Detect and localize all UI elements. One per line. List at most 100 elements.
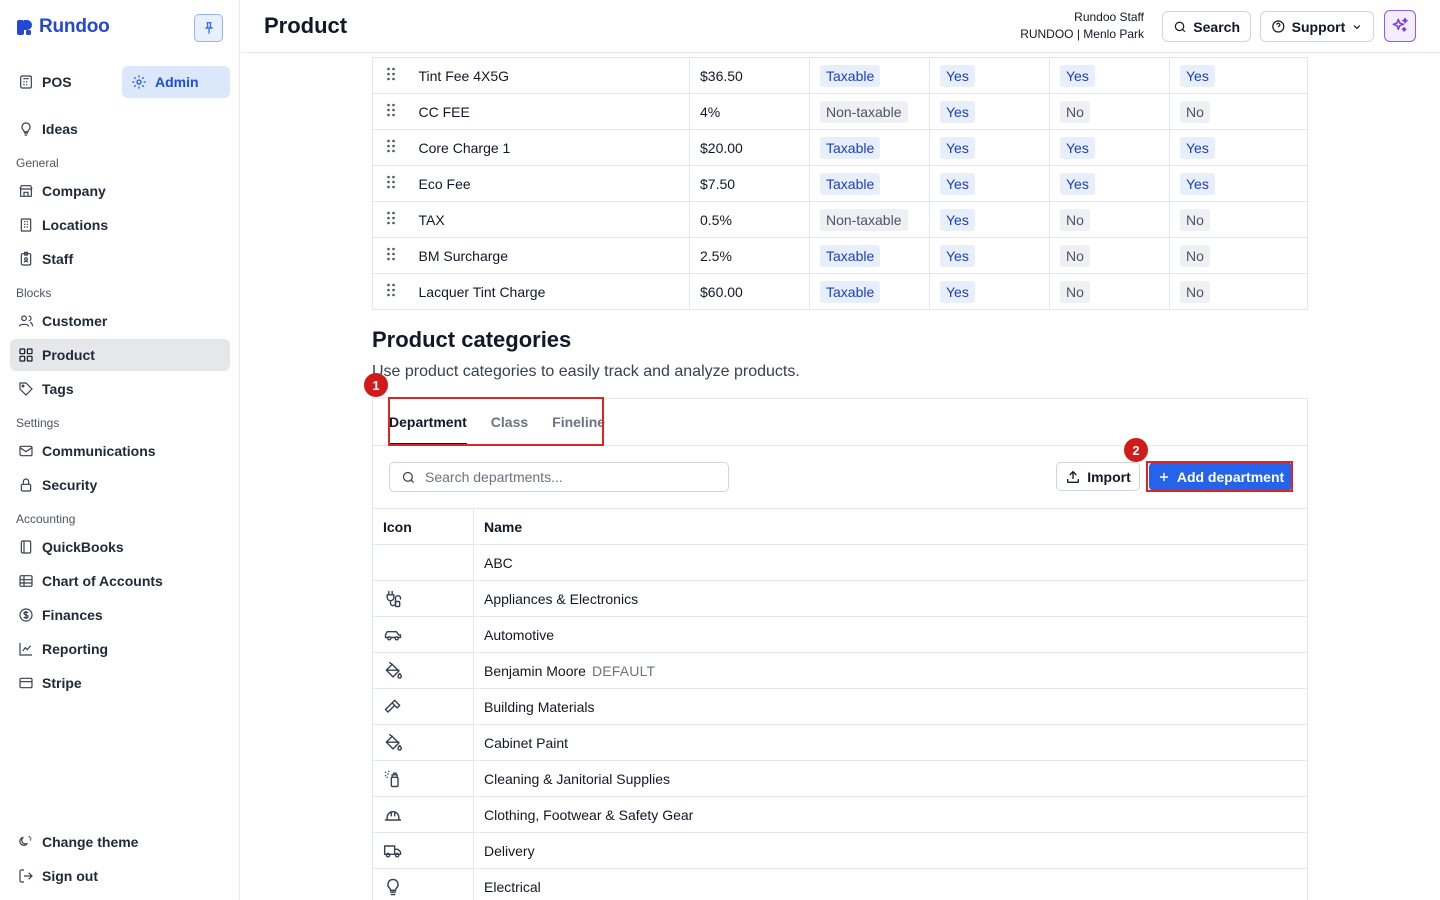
- department-row[interactable]: Cleaning & Janitorial Supplies: [372, 760, 1308, 797]
- department-row[interactable]: Delivery: [372, 832, 1308, 869]
- pin-icon: [204, 22, 213, 34]
- drag-handle-icon[interactable]: [386, 139, 396, 153]
- charge-flag-b: Yes: [1049, 165, 1170, 202]
- department-search-box[interactable]: [389, 462, 729, 492]
- sign-out-button[interactable]: Sign out: [10, 860, 230, 892]
- charge-flag-b: No: [1049, 273, 1170, 310]
- car-icon: [384, 630, 402, 641]
- department-name: Electrical: [484, 878, 541, 895]
- badge-icon: [20, 251, 32, 266]
- department-row[interactable]: Cabinet Paint: [372, 724, 1308, 761]
- sidebar-item-product[interactable]: Product: [10, 339, 230, 371]
- import-button[interactable]: Import: [1056, 462, 1140, 491]
- charge-amount: $36.50: [689, 57, 810, 94]
- tag-icon: [19, 382, 33, 396]
- charge-row[interactable]: Core Charge 1 $20.00 Taxable Yes Yes Yes: [372, 129, 1308, 166]
- sidebar-item-locations[interactable]: Locations: [10, 209, 230, 241]
- default-badge: DEFAULT: [591, 662, 656, 679]
- mode-admin-label: Admin: [155, 74, 199, 90]
- gear-icon: [132, 75, 146, 89]
- change-theme-button[interactable]: Change theme: [10, 826, 230, 858]
- annotation-badge-1: 1: [364, 373, 388, 397]
- department-icon-cell: [372, 868, 474, 900]
- brand-name: Rundoo: [39, 16, 110, 37]
- drag-handle-icon[interactable]: [386, 103, 396, 117]
- charge-amount: 0.5%: [689, 201, 810, 238]
- value-pill: No: [1060, 280, 1090, 303]
- sidebar-item-tags[interactable]: Tags: [10, 373, 230, 405]
- charge-row[interactable]: TAX 0.5% Non-taxable Yes No No: [372, 201, 1308, 238]
- sidebar-nav: Ideas General Company Locations Staff Bl…: [10, 113, 230, 701]
- sidebar-item-label: QuickBooks: [42, 539, 124, 555]
- user-store: RUNDOO | Menlo Park: [1020, 27, 1144, 41]
- brand-logo[interactable]: Rundoo: [16, 16, 110, 38]
- value-pill: Yes: [1180, 136, 1215, 159]
- drag-cell: [372, 57, 410, 94]
- sidebar-item-communications[interactable]: Communications: [10, 435, 230, 467]
- drag-handle-icon[interactable]: [386, 247, 396, 261]
- sidebar-item-security[interactable]: Security: [10, 469, 230, 501]
- department-row[interactable]: ABC: [372, 544, 1308, 581]
- sidebar-item-ideas[interactable]: Ideas: [10, 113, 230, 145]
- ai-assistant-button[interactable]: [1384, 10, 1416, 42]
- value-pill: No: [1180, 100, 1210, 123]
- department-icon-cell: [372, 616, 474, 653]
- drag-handle-icon[interactable]: [386, 211, 396, 225]
- credit-card-icon: [19, 677, 33, 689]
- sidebar-item-label: Communications: [42, 443, 156, 459]
- department-search-input[interactable]: [425, 469, 705, 485]
- charge-row[interactable]: Eco Fee $7.50 Taxable Yes Yes Yes: [372, 165, 1308, 202]
- column-header-name[interactable]: Name: [473, 508, 1308, 545]
- charge-flag-b: No: [1049, 201, 1170, 238]
- charge-row[interactable]: Lacquer Tint Charge $60.00 Taxable Yes No No: [372, 273, 1308, 310]
- charge-flag-b: Yes: [1049, 129, 1170, 166]
- mode-admin[interactable]: Admin: [122, 66, 230, 98]
- user-info[interactable]: Rundoo Staff RUNDOO | Menlo Park: [1020, 9, 1144, 43]
- charge-flag-c: No: [1169, 93, 1308, 130]
- sidebar-item-finances[interactable]: Finances: [10, 599, 230, 631]
- drag-handle-icon[interactable]: [386, 283, 396, 297]
- user-name: Rundoo Staff: [1074, 10, 1144, 24]
- sidebar-item-reporting[interactable]: Reporting: [10, 633, 230, 665]
- support-button[interactable]: Support: [1260, 11, 1374, 42]
- charge-flag-a: Yes: [929, 237, 1050, 274]
- column-header-icon: Icon: [372, 508, 474, 545]
- charge-row[interactable]: BM Surcharge 2.5% Taxable Yes No No: [372, 237, 1308, 274]
- department-row[interactable]: Automotive: [372, 616, 1308, 653]
- charge-amount: $60.00: [689, 273, 810, 310]
- department-row[interactable]: Clothing, Footwear & Safety Gear: [372, 796, 1308, 833]
- sidebar-item-label: Staff: [42, 251, 74, 267]
- hard-hat-icon: [384, 810, 402, 821]
- mode-pos[interactable]: POS: [10, 66, 118, 98]
- sidebar-item-staff[interactable]: Staff: [10, 243, 230, 275]
- value-pill: Yes: [1060, 64, 1095, 87]
- value-pill: No: [1180, 280, 1210, 303]
- department-name-cell: Building Materials: [473, 688, 1308, 725]
- sidebar-item-chart-of-accounts[interactable]: Chart of Accounts: [10, 565, 230, 597]
- sidebar-item-customer[interactable]: Customer: [10, 305, 230, 337]
- department-row[interactable]: Benjamin Moore DEFAULT: [372, 652, 1308, 689]
- department-row[interactable]: Electrical: [372, 868, 1308, 900]
- department-row[interactable]: Appliances & Electronics: [372, 580, 1308, 617]
- sidebar-bottom: Change theme Sign out: [10, 826, 230, 894]
- truck-icon: [383, 845, 402, 858]
- department-name-cell: Appliances & Electronics: [473, 580, 1308, 617]
- pin-sidebar-button[interactable]: [194, 14, 223, 42]
- book-icon: [20, 540, 32, 554]
- drag-handle-icon[interactable]: [386, 175, 396, 189]
- department-name-cell: ABC: [473, 544, 1308, 581]
- charge-row[interactable]: Tint Fee 4X5G $36.50 Taxable Yes Yes Yes: [372, 57, 1308, 94]
- charge-flag-c: No: [1169, 237, 1308, 274]
- charge-flag-a: Yes: [929, 165, 1050, 202]
- search-button[interactable]: Search: [1162, 11, 1251, 42]
- drag-handle-icon[interactable]: [386, 67, 396, 81]
- charge-name: Core Charge 1: [409, 129, 690, 166]
- rundoo-logo-icon: [17, 19, 32, 35]
- department-row[interactable]: Building Materials: [372, 688, 1308, 725]
- sidebar-item-stripe[interactable]: Stripe: [10, 667, 230, 699]
- sidebar-item-company[interactable]: Company: [10, 175, 230, 207]
- charge-flag-a: Yes: [929, 273, 1050, 310]
- top-header: Product Rundoo Staff RUNDOO | Menlo Park…: [241, 0, 1440, 53]
- sidebar-item-quickbooks[interactable]: QuickBooks: [10, 531, 230, 563]
- charge-row[interactable]: CC FEE 4% Non-taxable Yes No No: [372, 93, 1308, 130]
